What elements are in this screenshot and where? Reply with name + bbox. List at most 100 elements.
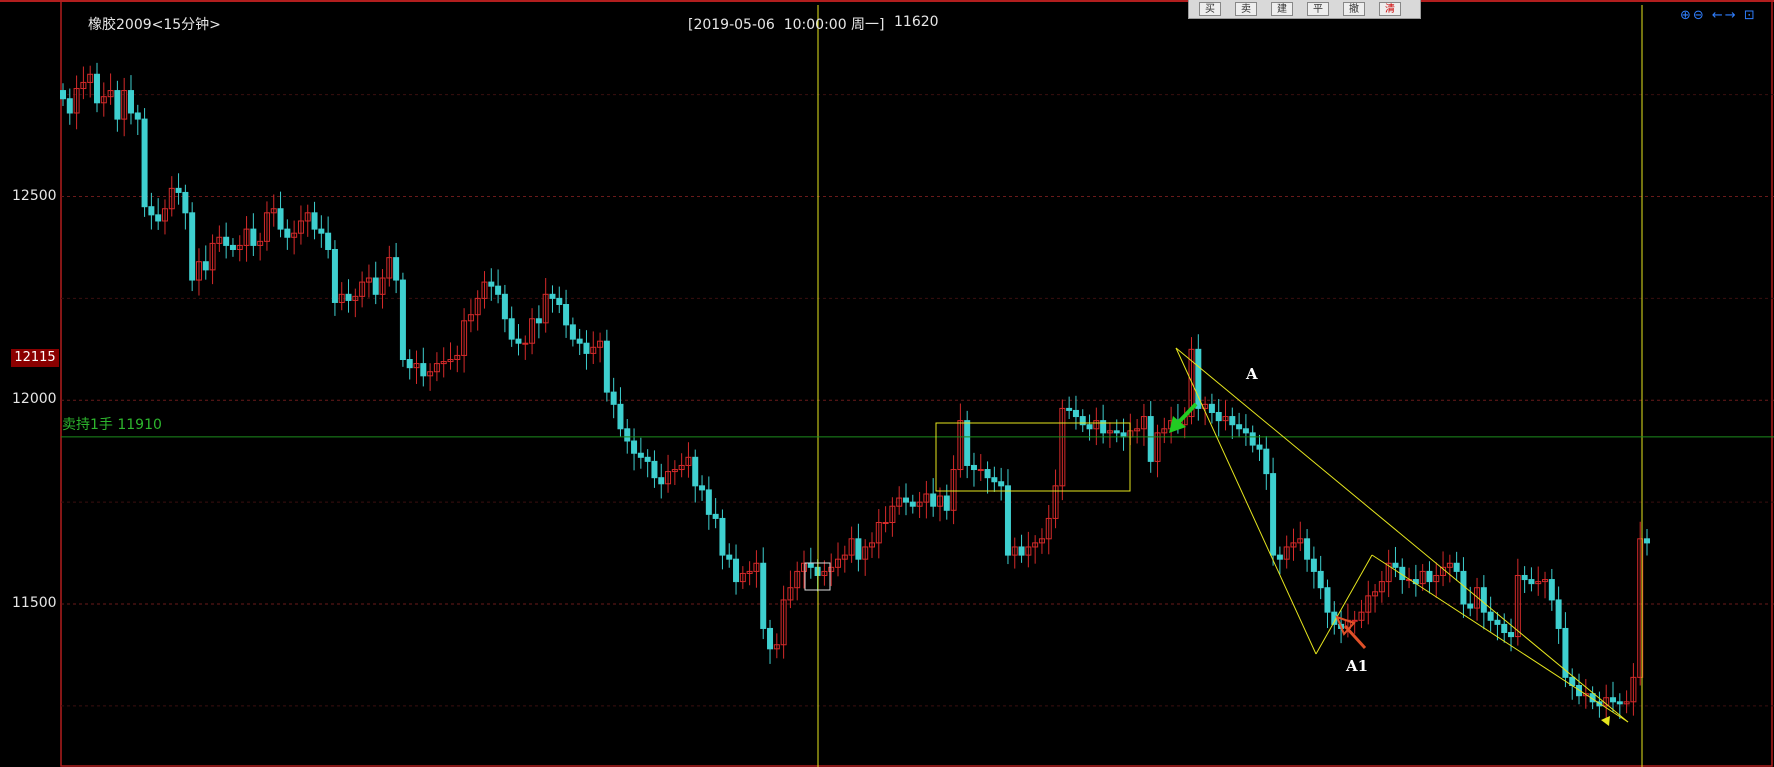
candle-body bbox=[644, 456, 651, 462]
candle-body bbox=[1392, 562, 1399, 568]
candle-body bbox=[1120, 432, 1127, 438]
candle-body bbox=[617, 403, 624, 430]
candle-body bbox=[991, 477, 998, 483]
candle-body bbox=[705, 489, 712, 515]
candle-body bbox=[1616, 701, 1623, 705]
candle-body bbox=[1426, 570, 1433, 583]
symbol-title: 橡胶2009<15分钟> bbox=[88, 17, 221, 33]
candle-body bbox=[134, 112, 141, 120]
candle-body bbox=[631, 440, 638, 454]
candle-body bbox=[182, 191, 189, 214]
candle-body bbox=[1467, 603, 1474, 609]
cursor-time: [2019-05-06 10:00:00 周一] bbox=[688, 17, 885, 33]
candle-body bbox=[1644, 538, 1650, 544]
candle-body bbox=[60, 90, 66, 100]
trend-line bbox=[1371, 554, 1629, 723]
drawing-layer bbox=[61, 5, 1774, 767]
candle-body bbox=[563, 304, 570, 326]
candle-body bbox=[331, 248, 338, 303]
grid-layer bbox=[0, 0, 1774, 767]
candle-body bbox=[1263, 448, 1270, 475]
candle-body bbox=[1004, 485, 1011, 556]
candle-body bbox=[175, 187, 182, 193]
candle-body bbox=[1113, 430, 1120, 434]
candle-body bbox=[943, 495, 950, 511]
candle-body bbox=[66, 98, 73, 114]
open-button[interactable]: 建 bbox=[1271, 2, 1293, 16]
current-price-tag: 12115 bbox=[11, 349, 59, 367]
candle-body bbox=[141, 118, 148, 208]
candle-body bbox=[1324, 587, 1331, 613]
candle-body bbox=[155, 214, 162, 222]
candle-body bbox=[556, 297, 563, 306]
candle-body bbox=[726, 554, 733, 560]
candle-body bbox=[1270, 473, 1277, 556]
candle-body bbox=[712, 513, 719, 519]
kline-chart[interactable] bbox=[0, 0, 1774, 767]
zoom-scroll-icons[interactable]: ⊕⊖ ←→ ⊡ bbox=[1680, 8, 1757, 23]
candle-body bbox=[576, 338, 583, 344]
candle-body bbox=[902, 497, 909, 503]
cancel-button[interactable]: 撤 bbox=[1343, 2, 1365, 16]
candle-body bbox=[495, 285, 502, 295]
candle-body bbox=[658, 477, 665, 485]
candle-body bbox=[1147, 416, 1154, 462]
candle-body bbox=[488, 281, 495, 287]
candle-body bbox=[114, 90, 121, 120]
candle-body bbox=[1480, 587, 1487, 613]
candle-body bbox=[93, 73, 100, 104]
candle-body bbox=[420, 363, 427, 377]
candle-body bbox=[719, 517, 726, 556]
candle-body bbox=[148, 206, 155, 216]
candle-body bbox=[1066, 407, 1073, 411]
trend-line bbox=[1175, 347, 1317, 655]
buy-button[interactable]: 买 bbox=[1199, 2, 1221, 16]
candle-body bbox=[807, 562, 814, 568]
candle-body bbox=[1018, 546, 1025, 556]
candle-body bbox=[998, 481, 1005, 487]
candle-body bbox=[325, 232, 332, 250]
candle-body bbox=[508, 318, 515, 340]
candle-body bbox=[1276, 554, 1283, 560]
candle-body bbox=[733, 558, 740, 583]
close-button[interactable]: 平 bbox=[1307, 2, 1329, 16]
candle-body bbox=[1242, 428, 1249, 434]
candle-body bbox=[284, 228, 291, 238]
candle-body bbox=[372, 277, 379, 295]
candle-body bbox=[1528, 579, 1535, 585]
candlestick-series bbox=[60, 62, 1650, 723]
trend-line bbox=[1175, 347, 1629, 723]
candle-body bbox=[1351, 619, 1358, 622]
clear-button[interactable]: 清 bbox=[1379, 2, 1401, 16]
sell-button[interactable]: 卖 bbox=[1235, 2, 1257, 16]
candle-body bbox=[603, 340, 610, 393]
trade-toolbar: 买 卖 建 平 撤 清 bbox=[1188, 0, 1421, 19]
y-tick-label: 12500 bbox=[12, 187, 57, 204]
y-tick-label: 11500 bbox=[12, 595, 57, 611]
candle-body bbox=[1453, 562, 1460, 572]
candle-body bbox=[637, 452, 644, 458]
candle-body bbox=[569, 324, 576, 340]
candle-body bbox=[1072, 409, 1079, 418]
candle-body bbox=[127, 90, 134, 114]
annotation-a1: A1 bbox=[1346, 657, 1369, 675]
candle-body bbox=[399, 279, 406, 361]
candle-body bbox=[767, 627, 774, 650]
candle-body bbox=[1494, 619, 1501, 625]
cursor-value: 11620 bbox=[894, 14, 939, 30]
candle-body bbox=[318, 228, 325, 234]
candle-body bbox=[515, 338, 522, 344]
candle-body bbox=[1256, 444, 1263, 450]
candle-body bbox=[1215, 411, 1222, 422]
plot-frame bbox=[60, 0, 1773, 767]
candle-body bbox=[202, 261, 209, 271]
annotation-a: A bbox=[1246, 365, 1258, 383]
candle-body bbox=[250, 228, 257, 246]
candle-body bbox=[1086, 424, 1093, 430]
candle-body bbox=[1208, 403, 1215, 413]
candle-body bbox=[1249, 432, 1256, 446]
candle-body bbox=[1236, 424, 1243, 430]
candle-body bbox=[549, 293, 556, 299]
candle-body bbox=[1548, 579, 1555, 601]
candle-body bbox=[1610, 697, 1617, 703]
